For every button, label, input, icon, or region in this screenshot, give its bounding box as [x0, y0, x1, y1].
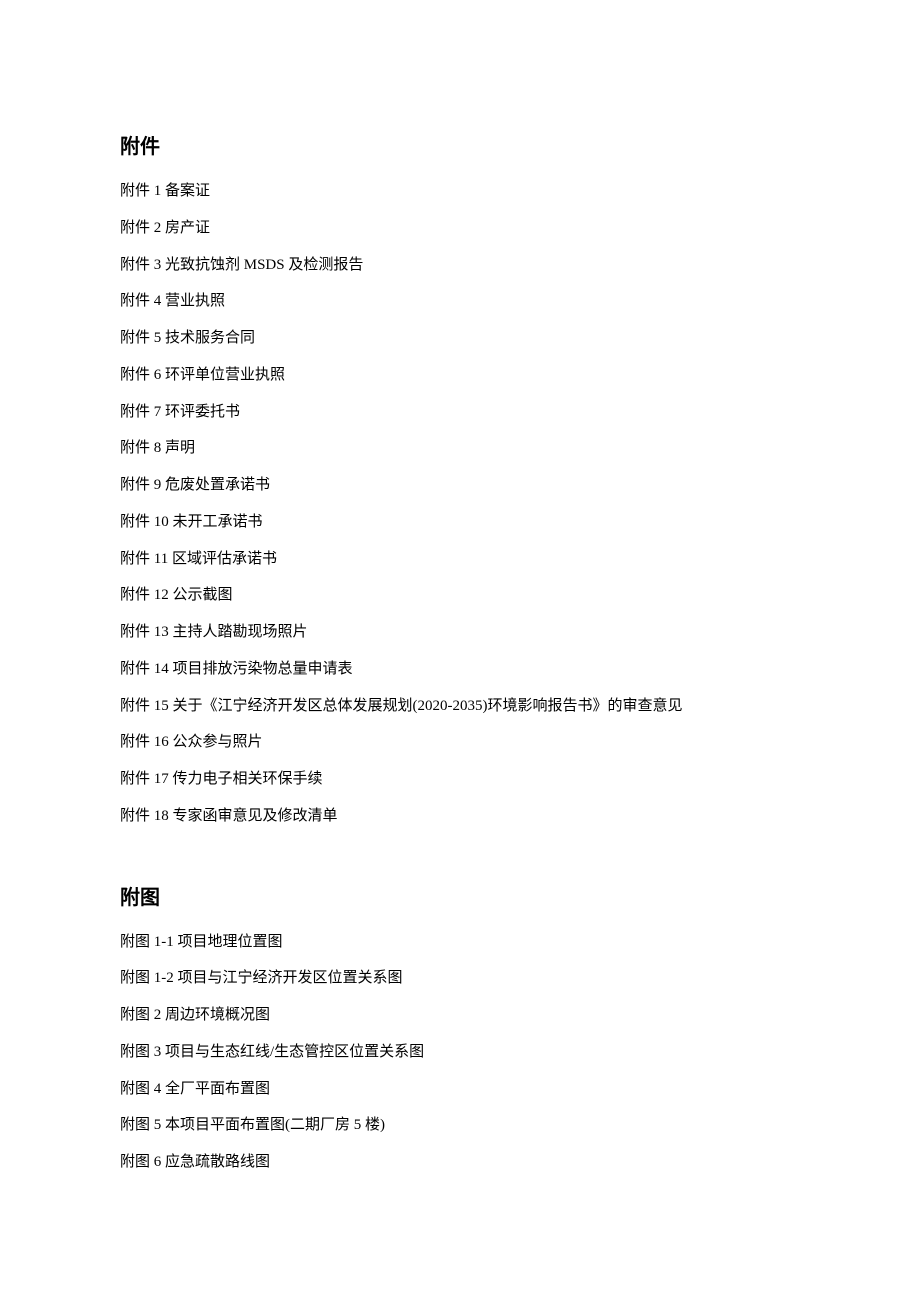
list-item: 附图 1‑1 项目地理位置图	[120, 924, 800, 961]
list-item: 附件 4 营业执照	[120, 283, 800, 320]
list-item: 附图 2 周边环境概况图	[120, 997, 800, 1034]
list-item: 附件 7 环评委托书	[120, 394, 800, 431]
list-item: 附图 6 应急疏散路线图	[120, 1144, 800, 1181]
list-item: 附件 5 技术服务合同	[120, 320, 800, 357]
figures-section: 附图 附图 1‑1 项目地理位置图 附图 1‑2 项目与江宁经济开发区位置关系图…	[120, 881, 800, 1181]
list-item: 附件 18 专家函审意见及修改清单	[120, 798, 800, 835]
list-item: 附件 13 主持人踏勘现场照片	[120, 614, 800, 651]
attachments-section: 附件 附件 1 备案证 附件 2 房产证 附件 3 光致抗蚀剂 MSDS 及检测…	[120, 130, 800, 835]
attachments-heading: 附件	[120, 130, 800, 159]
list-item: 附件 12 公示截图	[120, 577, 800, 614]
list-item: 附图 5 本项目平面布置图(二期厂房 5 楼)	[120, 1107, 800, 1144]
list-item: 附件 11 区域评估承诺书	[120, 541, 800, 578]
list-item: 附件 1 备案证	[120, 173, 800, 210]
list-item: 附图 1‑2 项目与江宁经济开发区位置关系图	[120, 960, 800, 997]
list-item: 附件 8 声明	[120, 430, 800, 467]
list-item: 附件 3 光致抗蚀剂 MSDS 及检测报告	[120, 247, 800, 284]
list-item: 附件 9 危废处置承诺书	[120, 467, 800, 504]
list-item: 附件 15 关于《江宁经济开发区总体发展规划(2020-2035)环境影响报告书…	[120, 688, 800, 725]
list-item: 附件 10 未开工承诺书	[120, 504, 800, 541]
figures-heading: 附图	[120, 881, 800, 910]
list-item: 附件 14 项目排放污染物总量申请表	[120, 651, 800, 688]
list-item: 附图 4 全厂平面布置图	[120, 1071, 800, 1108]
list-item: 附件 16 公众参与照片	[120, 724, 800, 761]
list-item: 附件 2 房产证	[120, 210, 800, 247]
list-item: 附图 3 项目与生态红线/生态管控区位置关系图	[120, 1034, 800, 1071]
list-item: 附件 17 传力电子相关环保手续	[120, 761, 800, 798]
list-item: 附件 6 环评单位营业执照	[120, 357, 800, 394]
